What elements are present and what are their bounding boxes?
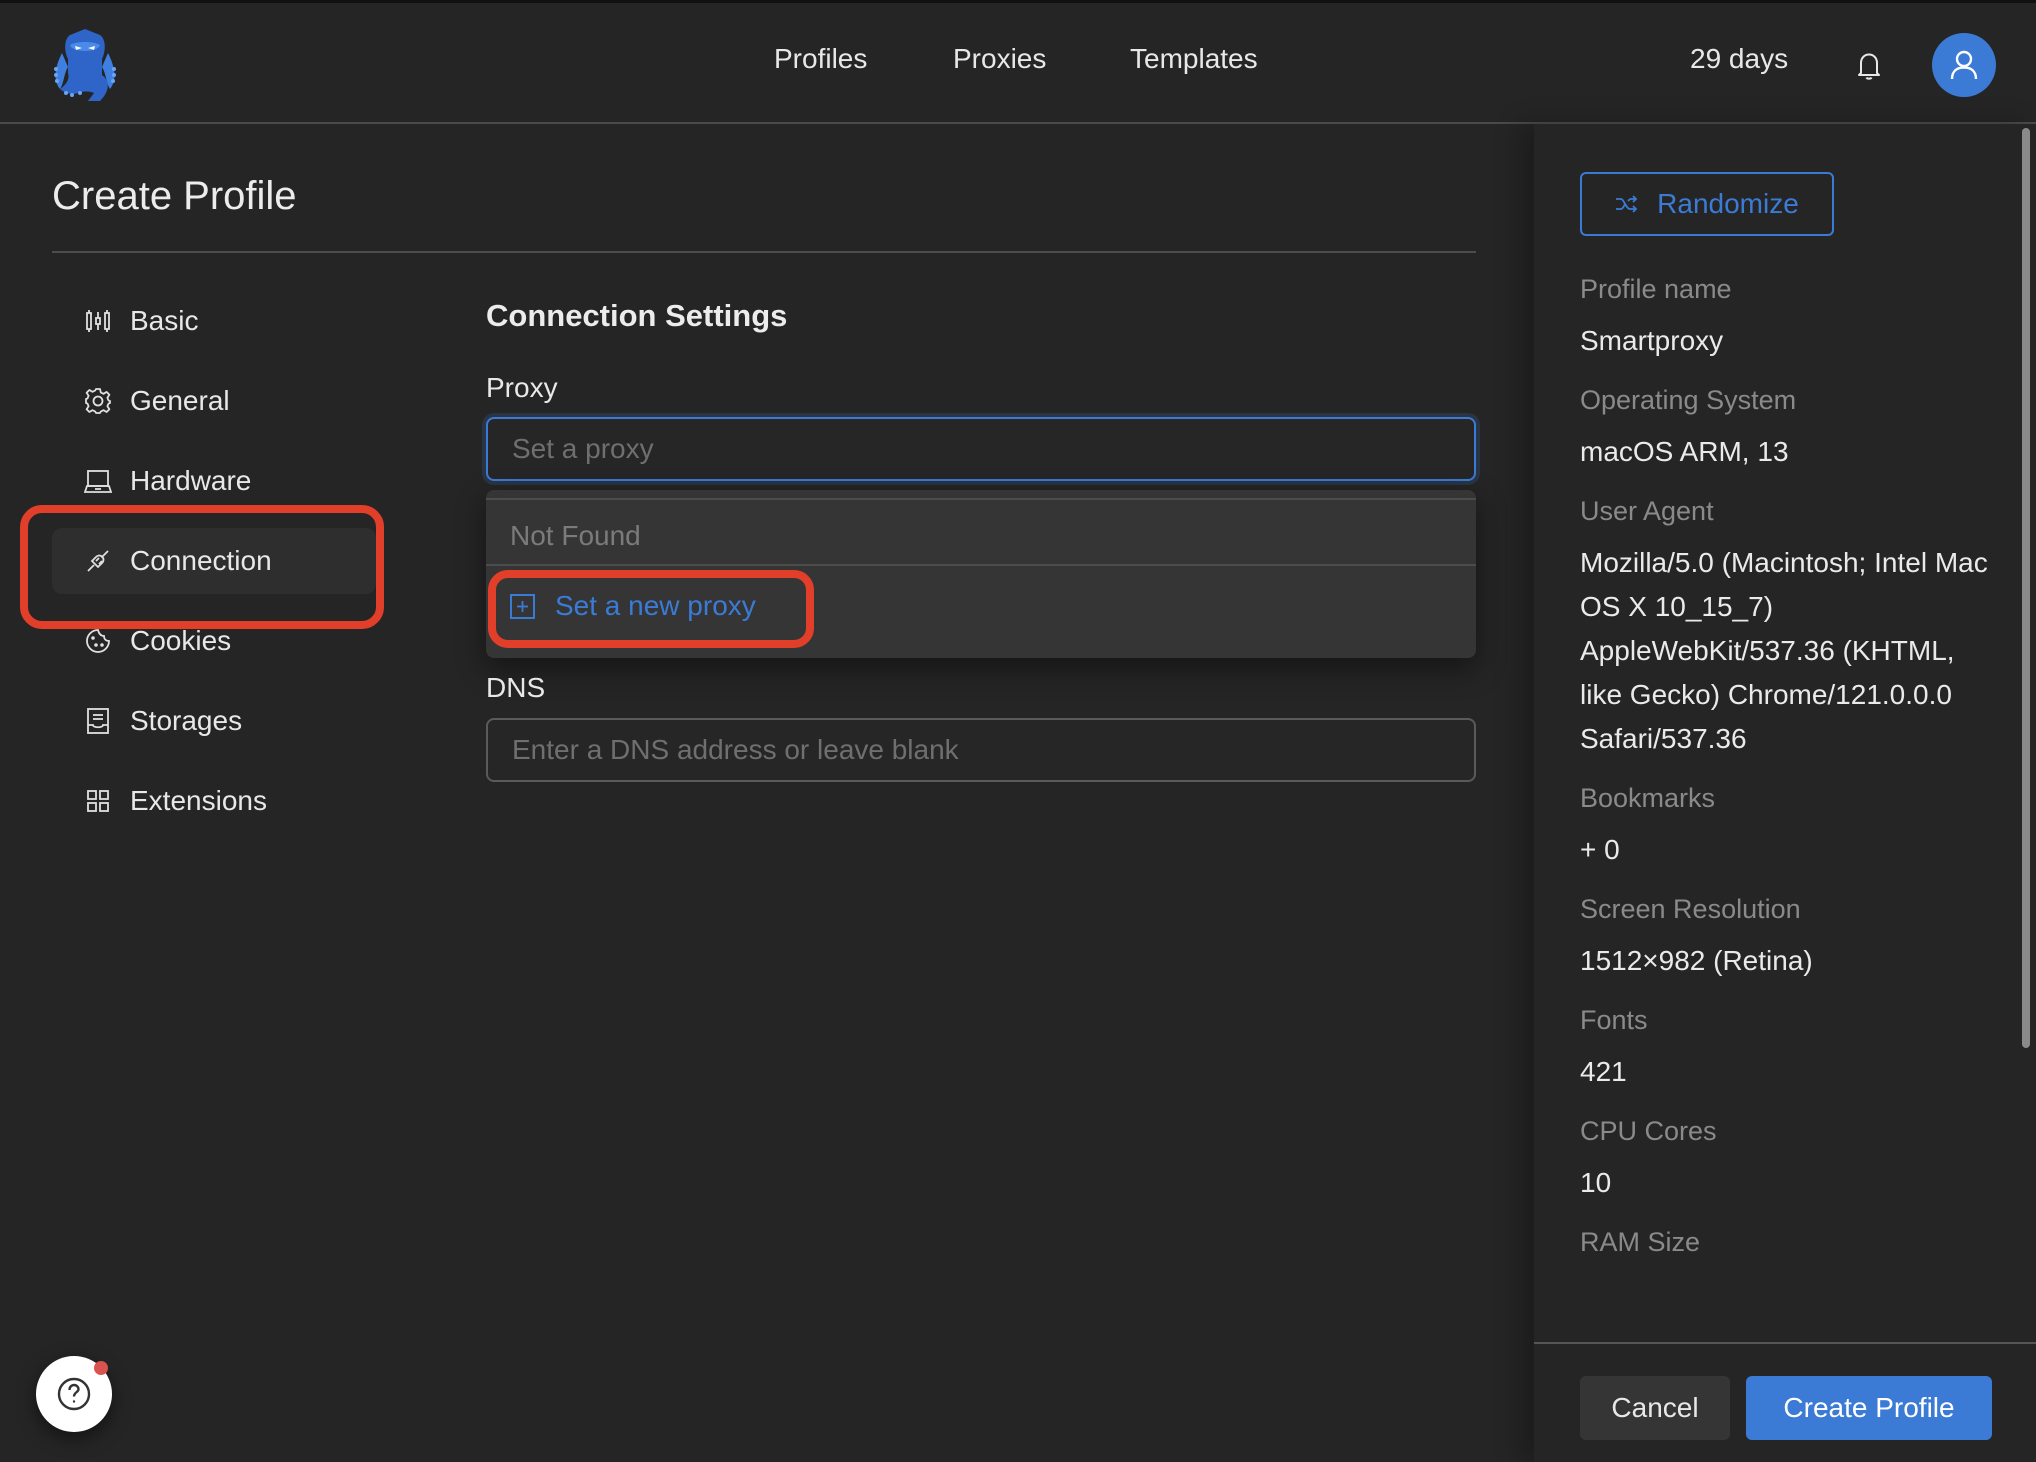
question-circle-icon — [57, 1377, 91, 1411]
summary-field-screen-resolution: Screen Resolution 1512×982 (Retina) — [1580, 894, 2000, 983]
sliders-icon — [84, 307, 112, 335]
section-title: Connection Settings — [486, 298, 788, 333]
grid-icon — [84, 787, 112, 815]
create-profile-button[interactable]: Create Profile — [1746, 1376, 1992, 1440]
randomize-button[interactable]: Randomize — [1580, 172, 1834, 236]
notification-dot — [94, 1361, 108, 1375]
summary-field-profile-name: Profile name Smartproxy — [1580, 274, 2000, 363]
sidenav-item-cookies[interactable]: Cookies — [52, 608, 376, 674]
sidenav-label: Hardware — [130, 465, 252, 496]
randomize-label: Randomize — [1657, 188, 1799, 219]
summary-value: 421 — [1580, 1056, 1627, 1087]
cancel-button[interactable]: Cancel — [1580, 1376, 1730, 1440]
profile-summary-panel: Randomize Profile name Smartproxy Operat… — [1534, 124, 2036, 1462]
gear-icon — [84, 387, 112, 415]
nav-templates[interactable]: Templates — [1130, 43, 1258, 75]
summary-label: CPU Cores — [1580, 1116, 1717, 1146]
sidenav-item-extensions[interactable]: Extensions — [52, 768, 376, 834]
summary-field-ram-size: RAM Size — [1580, 1227, 2000, 1258]
plug-icon — [84, 547, 112, 575]
sidenav-label: Cookies — [130, 625, 232, 656]
summary-field-fonts: Fonts 421 — [1580, 1005, 2000, 1094]
sidenav-item-basic[interactable]: Basic — [52, 288, 376, 354]
summary-label: Bookmarks — [1580, 783, 1716, 813]
summary-scrollbar[interactable] — [2022, 128, 2030, 1048]
plus-square-icon — [510, 593, 535, 619]
sidenav-label: Extensions — [130, 785, 267, 816]
sidenav-label: Storages — [130, 705, 243, 736]
sidenav-label: General — [130, 385, 230, 416]
summary-value: + 0 — [1580, 834, 1620, 865]
dns-input[interactable] — [486, 718, 1476, 782]
bell-icon[interactable] — [1856, 51, 1882, 81]
summary-label: Fonts — [1580, 1005, 1648, 1035]
inbox-icon — [84, 707, 112, 735]
proxy-dropdown: Not Found Set a new proxy — [486, 490, 1476, 658]
panel-footer: Cancel Create Profile — [1534, 1342, 2036, 1462]
laptop-icon — [84, 467, 112, 495]
shuffle-icon — [1615, 195, 1639, 213]
summary-label: RAM Size — [1580, 1227, 1701, 1257]
summary-value: Mozilla/5.0 (Macintosh; Intel Mac OS X 1… — [1580, 547, 1988, 754]
summary-label: Profile name — [1580, 274, 1732, 304]
summary-label: Operating System — [1580, 385, 1797, 415]
set-new-proxy-option[interactable]: Set a new proxy — [510, 590, 756, 622]
proxy-input[interactable] — [486, 417, 1476, 481]
summary-label: Screen Resolution — [1580, 894, 1801, 924]
sidenav-item-connection[interactable]: Connection — [52, 528, 376, 594]
sidenav-label: Basic — [130, 305, 199, 336]
summary-label: User Agent — [1580, 496, 1714, 526]
dropdown-divider — [486, 564, 1476, 566]
sidenav-item-storages[interactable]: Storages — [52, 688, 376, 754]
dns-label: DNS — [486, 672, 546, 703]
sidenav-item-general[interactable]: General — [52, 368, 376, 434]
summary-field-user-agent: User Agent Mozilla/5.0 (Macintosh; Intel… — [1580, 496, 2000, 761]
nav-profiles[interactable]: Profiles — [774, 43, 867, 75]
summary-value: macOS ARM, 13 — [1580, 436, 1789, 467]
page-title: Create Profile — [52, 174, 297, 218]
user-icon — [1950, 50, 1978, 80]
main-content: Create Profile Basic General Hardware Co… — [0, 124, 1534, 1462]
trial-days-remaining: 29 days — [1690, 43, 1789, 74]
summary-field-bookmarks: Bookmarks + 0 — [1580, 783, 2000, 872]
summary-field-cpu-cores: CPU Cores 10 — [1580, 1116, 2000, 1205]
top-bar: Profiles Proxies Templates 29 days — [0, 0, 2036, 124]
sidenav-item-hardware[interactable]: Hardware — [52, 448, 376, 514]
summary-value: 10 — [1580, 1167, 1612, 1198]
settings-sidenav: Basic General Hardware Connection Cookie… — [52, 288, 376, 848]
profile-summary: Profile name Smartproxy Operating System… — [1580, 274, 2000, 1280]
summary-value: Smartproxy — [1580, 325, 1724, 356]
cookie-icon — [84, 627, 112, 655]
sidenav-label: Connection — [130, 545, 272, 576]
dropdown-empty-text: Not Found — [510, 520, 641, 551]
title-divider — [52, 251, 1476, 253]
dropdown-divider — [486, 498, 1476, 500]
octopus-logo-icon[interactable] — [42, 23, 128, 105]
summary-value: 1512×982 (Retina) — [1580, 945, 1813, 976]
proxy-label: Proxy — [486, 372, 558, 403]
summary-field-os: Operating System macOS ARM, 13 — [1580, 385, 2000, 474]
user-avatar-button[interactable] — [1932, 33, 1996, 97]
set-new-proxy-label: Set a new proxy — [555, 590, 756, 621]
nav-proxies[interactable]: Proxies — [953, 43, 1046, 75]
